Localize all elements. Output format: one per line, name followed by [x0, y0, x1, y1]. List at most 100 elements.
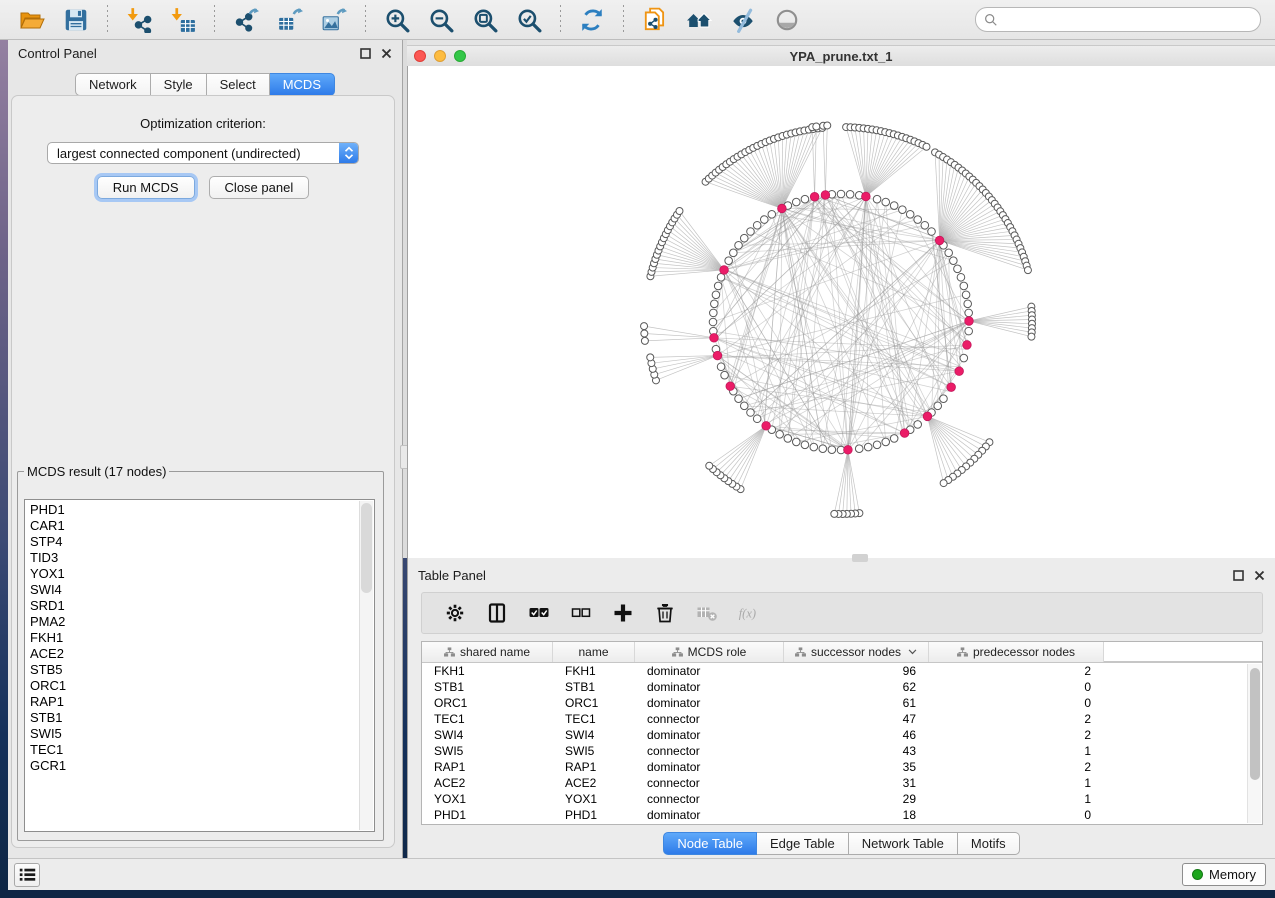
mcds-result-item[interactable]: GCR1 — [30, 758, 374, 774]
show-all-icon[interactable] — [772, 5, 802, 35]
table-row[interactable]: ACE2ACE2connector311 — [422, 775, 1262, 791]
table-row[interactable]: SWI4SWI4dominator462 — [422, 727, 1262, 743]
mcds-tab-content: Optimization criterion: largest connecte… — [11, 95, 395, 848]
delete-table-icon — [695, 601, 719, 625]
list-icon — [19, 867, 36, 882]
float-panel-icon[interactable] — [360, 48, 371, 59]
cell-successor-nodes: 35 — [784, 760, 929, 774]
import-table-icon[interactable] — [168, 5, 198, 35]
cell-successor-nodes: 29 — [784, 792, 929, 806]
mcds-result-item[interactable]: ACE2 — [30, 646, 374, 662]
table-row[interactable]: ORC1ORC1dominator610 — [422, 695, 1262, 711]
maximize-window-icon[interactable] — [454, 50, 466, 62]
save-session-icon[interactable] — [61, 5, 91, 35]
mcds-result-item[interactable]: PHD1 — [30, 502, 374, 518]
run-mcds-button[interactable]: Run MCDS — [97, 176, 195, 199]
tab-network[interactable]: Network — [75, 73, 151, 96]
cell-predecessor-nodes: 1 — [929, 792, 1104, 806]
table-row[interactable]: PHD1PHD1dominator180 — [422, 807, 1262, 823]
panel-splitter-horizontal[interactable] — [852, 554, 868, 562]
new-network-from-selection-icon[interactable] — [640, 5, 670, 35]
search-box[interactable] — [975, 7, 1261, 32]
show-columns-icon[interactable] — [485, 601, 509, 625]
zoom-fit-icon[interactable] — [470, 5, 500, 35]
mcds-result-item[interactable]: CAR1 — [30, 518, 374, 534]
table-row[interactable]: RAP1RAP1dominator352 — [422, 759, 1262, 775]
close-window-icon[interactable] — [414, 50, 426, 62]
close-panel-icon[interactable] — [381, 48, 392, 59]
close-panel-button[interactable]: Close panel — [209, 176, 310, 199]
zoom-selected-icon[interactable] — [514, 5, 544, 35]
table-row[interactable]: FKH1FKH1dominator962 — [422, 663, 1262, 679]
deselect-all-icon[interactable] — [569, 601, 593, 625]
network-window-titlebar[interactable]: YPA_prune.txt_1 — [407, 45, 1275, 68]
table-row[interactable]: TEC1TEC1connector472 — [422, 711, 1262, 727]
memory-button[interactable]: Memory — [1182, 863, 1266, 886]
column-header-shared-name[interactable]: shared name — [422, 642, 553, 662]
cell-shared-name: RAP1 — [422, 760, 553, 774]
mcds-result-item[interactable]: ORC1 — [30, 678, 374, 694]
mcds-result-item[interactable]: RAP1 — [30, 694, 374, 710]
table-panel-tabs: Node Table Edge Table Network Table Moti… — [408, 832, 1275, 855]
mcds-result-item[interactable]: TEC1 — [30, 742, 374, 758]
export-network-icon[interactable] — [231, 5, 261, 35]
main-toolbar — [0, 0, 1275, 40]
zoom-in-icon[interactable] — [382, 5, 412, 35]
network-canvas[interactable] — [407, 66, 1275, 558]
mcds-result-item[interactable]: SWI5 — [30, 726, 374, 742]
open-file-icon[interactable] — [17, 5, 47, 35]
table-row[interactable]: YOX1YOX1connector291 — [422, 791, 1262, 807]
import-network-icon[interactable] — [124, 5, 154, 35]
add-column-icon[interactable] — [611, 601, 635, 625]
tab-network-table[interactable]: Network Table — [849, 832, 958, 855]
node-table[interactable]: shared namenameMCDS rolesuccessor nodesp… — [421, 641, 1263, 825]
network-graph[interactable] — [408, 66, 1275, 558]
task-history-button[interactable] — [14, 863, 40, 887]
select-all-icon[interactable] — [527, 601, 551, 625]
tab-motifs[interactable]: Motifs — [958, 832, 1020, 855]
table-settings-icon[interactable] — [443, 601, 467, 625]
cell-MCDS-role: connector — [635, 744, 784, 758]
cell-predecessor-nodes: 2 — [929, 728, 1104, 742]
svg-text:f(x): f(x) — [739, 606, 756, 620]
export-table-icon[interactable] — [275, 5, 305, 35]
tab-select[interactable]: Select — [207, 73, 270, 96]
refresh-layout-icon[interactable] — [577, 5, 607, 35]
close-panel-icon[interactable] — [1254, 570, 1265, 581]
column-header-successor-nodes[interactable]: successor nodes — [784, 642, 929, 662]
mcds-result-item[interactable]: STB5 — [30, 662, 374, 678]
tab-node-table[interactable]: Node Table — [663, 832, 757, 855]
mcds-result-item[interactable]: STP4 — [30, 534, 374, 550]
mcds-result-item[interactable]: SWI4 — [30, 582, 374, 598]
mcds-result-item[interactable]: SRD1 — [30, 598, 374, 614]
column-header-MCDS-role[interactable]: MCDS role — [635, 642, 784, 662]
export-image-icon[interactable] — [319, 5, 349, 35]
mcds-list-scrollbar[interactable] — [359, 501, 373, 830]
table-row[interactable]: STB1STB1dominator620 — [422, 679, 1262, 695]
cell-name: ORC1 — [553, 696, 635, 710]
column-header-predecessor-nodes[interactable]: predecessor nodes — [929, 642, 1104, 662]
tab-edge-table[interactable]: Edge Table — [757, 832, 849, 855]
first-neighbors-icon[interactable] — [684, 5, 714, 35]
criterion-select[interactable]: largest connected component (undirected) — [47, 142, 359, 164]
zoom-out-icon[interactable] — [426, 5, 456, 35]
table-row[interactable]: SWI5SWI5connector431 — [422, 743, 1262, 759]
search-input[interactable] — [1004, 11, 1252, 28]
tab-style[interactable]: Style — [151, 73, 207, 96]
delete-column-icon[interactable] — [653, 601, 677, 625]
tab-mcds[interactable]: MCDS — [270, 73, 335, 96]
mcds-result-list[interactable]: PHD1CAR1STP4TID3YOX1SWI4SRD1PMA2FKH1ACE2… — [24, 499, 375, 832]
toolbar-separator — [214, 5, 215, 35]
mcds-result-item[interactable]: FKH1 — [30, 630, 374, 646]
mcds-result-item[interactable]: PMA2 — [30, 614, 374, 630]
table-scrollbar[interactable] — [1247, 664, 1261, 823]
minimize-window-icon[interactable] — [434, 50, 446, 62]
search-icon — [984, 13, 998, 27]
network-view-window: YPA_prune.txt_1 — [407, 40, 1275, 558]
float-panel-icon[interactable] — [1233, 570, 1244, 581]
hide-selected-icon[interactable] — [728, 5, 758, 35]
mcds-result-item[interactable]: STB1 — [30, 710, 374, 726]
mcds-result-item[interactable]: TID3 — [30, 550, 374, 566]
column-header-name[interactable]: name — [553, 642, 635, 662]
mcds-result-item[interactable]: YOX1 — [30, 566, 374, 582]
